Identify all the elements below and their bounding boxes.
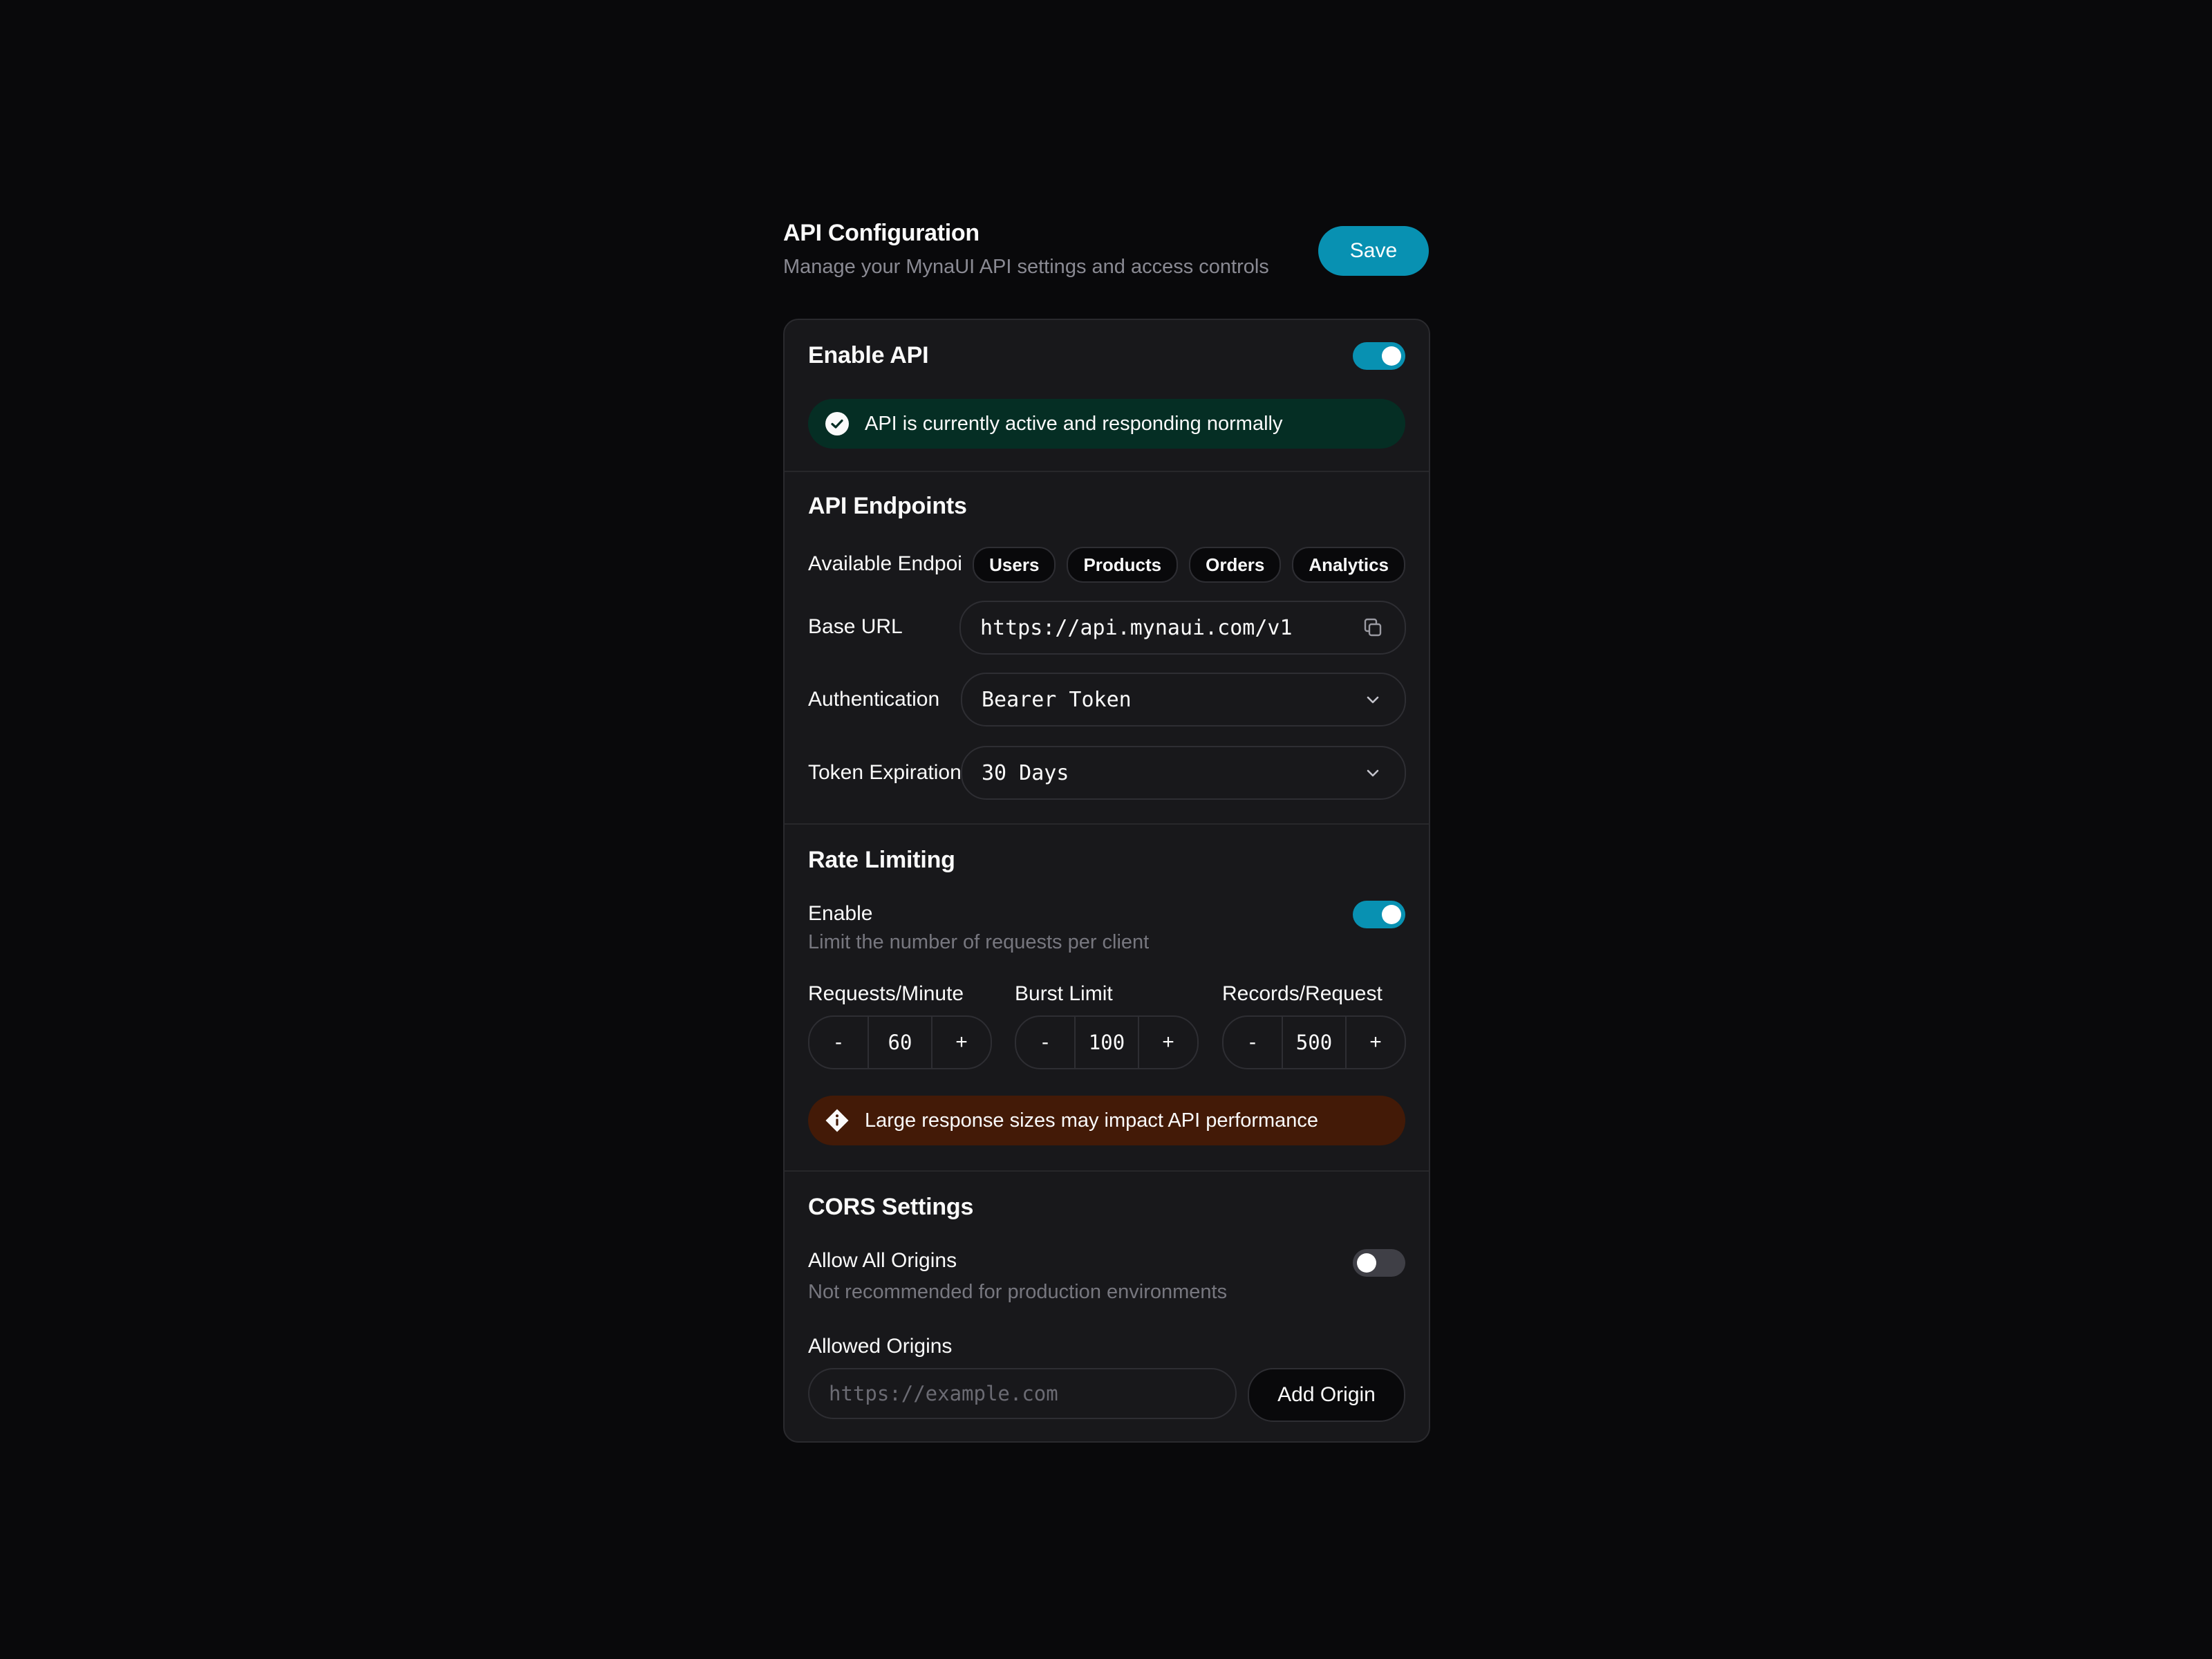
records-per-request-stepper: - 500 + [1222, 1015, 1406, 1069]
increment-button[interactable]: + [932, 1017, 991, 1068]
rate-limiting-title: Rate Limiting [808, 847, 955, 873]
endpoint-chip-users[interactable]: Users [973, 547, 1056, 583]
warning-diamond-icon [825, 1108, 850, 1133]
api-endpoints-section: API Endpoints Available Endpoints Users … [785, 472, 1429, 823]
endpoint-chip-orders[interactable]: Orders [1189, 547, 1282, 583]
increment-button[interactable]: + [1347, 1017, 1405, 1068]
rate-limit-enable-desc: Limit the number of requests per client [808, 931, 1150, 953]
settings-card: Enable API API is currently active and r… [783, 319, 1430, 1443]
rate-limit-enable-label: Enable [808, 902, 873, 925]
cors-settings-section: CORS Settings Allow All Origins Not reco… [785, 1172, 1429, 1441]
performance-warning-text: Large response sizes may impact API perf… [865, 1109, 1319, 1132]
toggle-knob [1357, 1253, 1376, 1273]
check-circle-icon [825, 411, 850, 436]
api-status-text: API is currently active and responding n… [865, 412, 1283, 435]
token-expiration-value: 30 Days [982, 760, 1069, 785]
base-url-label: Base URL [808, 615, 903, 638]
token-expiration-label: Token Expiration [808, 761, 962, 784]
records-per-request-label: Records/Request [1222, 982, 1382, 1005]
burst-limit-value[interactable]: 100 [1074, 1017, 1139, 1068]
records-per-request-group: Records/Request - 500 + [1222, 981, 1406, 1069]
base-url-value: https://api.mynaui.com/v1 [980, 615, 1293, 640]
base-url-field[interactable]: https://api.mynaui.com/v1 [959, 601, 1406, 655]
api-config-panel: API Configuration Manage your MynaUI API… [783, 218, 1430, 1443]
requests-per-minute-value[interactable]: 60 [868, 1017, 932, 1068]
performance-warning-banner: Large response sizes may impact API perf… [808, 1096, 1405, 1145]
enable-api-title: Enable API [808, 342, 929, 368]
token-expiration-select[interactable]: 30 Days [961, 746, 1406, 800]
enable-api-section: Enable API API is currently active and r… [785, 320, 1429, 471]
origin-input[interactable] [808, 1368, 1237, 1419]
chevron-down-icon [1359, 686, 1387, 713]
authentication-select[interactable]: Bearer Token [961, 673, 1406, 727]
requests-per-minute-group: Requests/Minute - 60 + [808, 981, 992, 1069]
requests-per-minute-label: Requests/Minute [808, 982, 964, 1005]
toggle-knob [1382, 905, 1401, 924]
records-per-request-value[interactable]: 500 [1282, 1017, 1347, 1068]
requests-per-minute-stepper: - 60 + [808, 1015, 992, 1069]
allow-all-origins-toggle[interactable] [1353, 1249, 1405, 1277]
enable-api-toggle[interactable] [1353, 342, 1405, 370]
save-button[interactable]: Save [1318, 226, 1429, 276]
endpoint-chips: Users Products Orders Analytics [973, 547, 1405, 583]
header: API Configuration Manage your MynaUI API… [783, 218, 1429, 296]
rate-limiting-section: Rate Limiting Enable Limit the number of… [785, 825, 1429, 1170]
allow-all-origins-label: Allow All Origins [808, 1249, 957, 1272]
decrement-button[interactable]: - [1016, 1017, 1074, 1068]
endpoint-chip-analytics[interactable]: Analytics [1292, 547, 1405, 583]
api-status-banner: API is currently active and responding n… [808, 399, 1405, 449]
chevron-down-icon [1359, 759, 1387, 787]
authentication-label: Authentication [808, 688, 940, 711]
increment-button[interactable]: + [1139, 1017, 1197, 1068]
burst-limit-group: Burst Limit - 100 + [1015, 981, 1199, 1069]
allowed-origins-label: Allowed Origins [808, 1335, 953, 1358]
allow-all-origins-desc: Not recommended for production environme… [808, 1281, 1228, 1303]
cors-settings-title: CORS Settings [808, 1194, 974, 1220]
page-title: API Configuration [783, 220, 980, 246]
endpoint-chip-products[interactable]: Products [1067, 547, 1179, 583]
available-endpoints-label: Available Endpoints [808, 552, 962, 575]
decrement-button[interactable]: - [809, 1017, 868, 1068]
decrement-button[interactable]: - [1224, 1017, 1282, 1068]
add-origin-button[interactable]: Add Origin [1248, 1368, 1405, 1422]
toggle-knob [1382, 346, 1401, 366]
copy-icon[interactable] [1359, 614, 1387, 641]
burst-limit-label: Burst Limit [1015, 982, 1113, 1005]
rate-limit-toggle[interactable] [1353, 901, 1405, 928]
api-endpoints-title: API Endpoints [808, 493, 967, 519]
burst-limit-stepper: - 100 + [1015, 1015, 1199, 1069]
page-subtitle: Manage your MynaUI API settings and acce… [783, 256, 1269, 278]
authentication-value: Bearer Token [982, 687, 1132, 712]
